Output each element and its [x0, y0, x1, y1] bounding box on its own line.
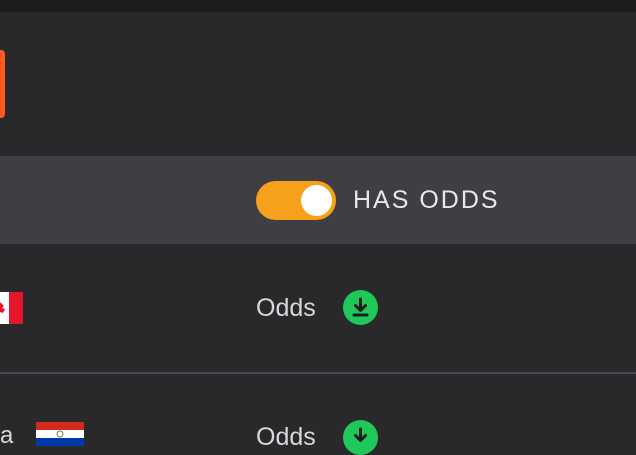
has-odds-label: HAS ODDS	[353, 186, 500, 214]
odds-label: Odds	[256, 423, 316, 451]
canada-flag-icon	[0, 292, 23, 324]
download-icon[interactable]	[343, 290, 378, 325]
paraguay-flag-icon	[36, 422, 84, 446]
active-tab-indicator[interactable]	[0, 50, 5, 118]
odds-label: Odds	[256, 294, 316, 322]
list-item[interactable]	[0, 374, 636, 446]
toggle-knob	[301, 185, 332, 216]
has-odds-toggle[interactable]	[256, 181, 336, 220]
download-icon[interactable]	[343, 420, 378, 455]
list-item[interactable]	[0, 244, 636, 372]
top-bar	[0, 0, 636, 12]
